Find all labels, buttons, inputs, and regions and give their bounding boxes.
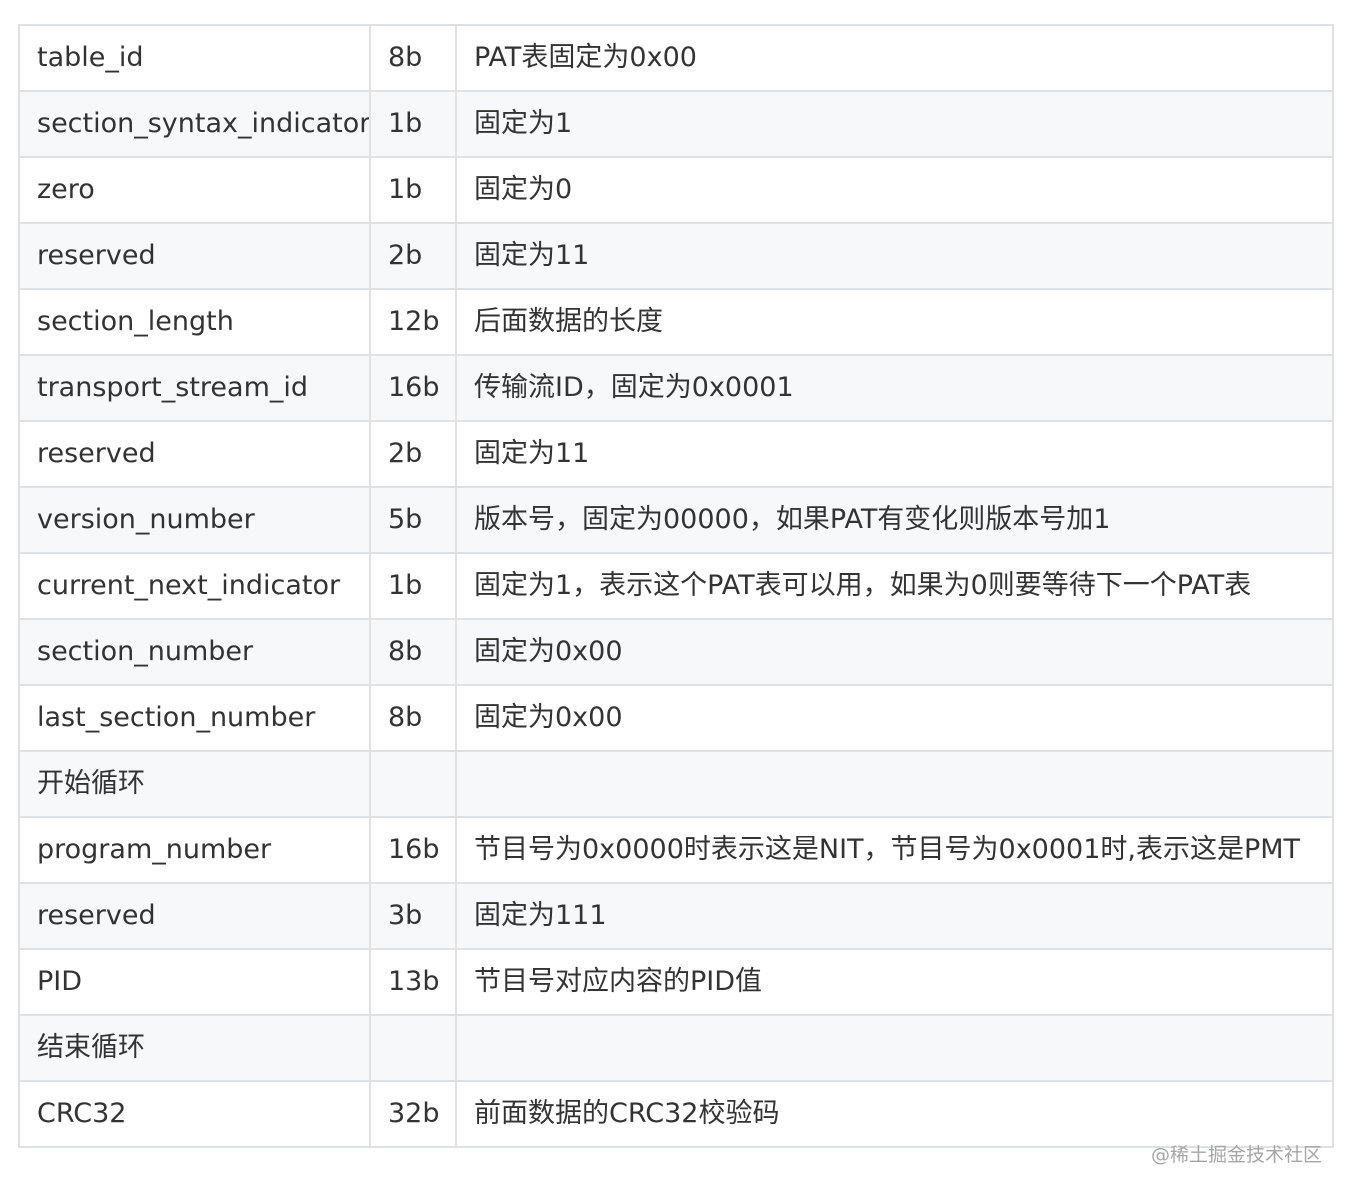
bit-length-cell: 2b: [369, 420, 457, 488]
bit-length-cell: 32b: [369, 1080, 457, 1148]
table-row: 开始循环: [18, 750, 1334, 818]
field-name-cell: PID: [18, 948, 371, 1016]
field-name-cell: reserved: [18, 420, 371, 488]
description-cell: 传输流ID，固定为0x0001: [455, 354, 1334, 422]
description-cell: 前面数据的CRC32校验码: [455, 1080, 1334, 1148]
bit-length-cell: [369, 1014, 457, 1082]
bit-length-cell: 3b: [369, 882, 457, 950]
description-cell: 固定为111: [455, 882, 1334, 950]
table-row: table_id 8b PAT表固定为0x00: [18, 24, 1334, 92]
field-name-cell: transport_stream_id: [18, 354, 371, 422]
description-cell: 固定为0x00: [455, 618, 1334, 686]
field-name-cell: reserved: [18, 222, 371, 290]
description-cell: 固定为1，表示这个PAT表可以用，如果为0则要等待下一个PAT表: [455, 552, 1334, 620]
table-row: section_syntax_indicator 1b 固定为1: [18, 90, 1334, 158]
table-row: last_section_number 8b 固定为0x00: [18, 684, 1334, 752]
field-name-cell: reserved: [18, 882, 371, 950]
table-row: reserved 3b 固定为111: [18, 882, 1334, 950]
table-row: transport_stream_id 16b 传输流ID，固定为0x0001: [18, 354, 1334, 422]
bit-length-cell: 1b: [369, 156, 457, 224]
bit-length-cell: 13b: [369, 948, 457, 1016]
table-row: section_number 8b 固定为0x00: [18, 618, 1334, 686]
field-name-cell: 开始循环: [18, 750, 371, 818]
table-row: reserved 2b 固定为11: [18, 420, 1334, 488]
description-cell: PAT表固定为0x00: [455, 24, 1334, 92]
table-row: PID 13b 节目号对应内容的PID值: [18, 948, 1334, 1016]
description-cell: 固定为11: [455, 222, 1334, 290]
table-row: program_number 16b 节目号为0x0000时表示这是NIT，节目…: [18, 816, 1334, 884]
bit-length-cell: 5b: [369, 486, 457, 554]
description-cell: [455, 1014, 1334, 1082]
description-cell: 节目号为0x0000时表示这是NIT，节目号为0x0001时,表示这是PMT: [455, 816, 1334, 884]
table-row: section_length 12b 后面数据的长度: [18, 288, 1334, 356]
bit-length-cell: 8b: [369, 618, 457, 686]
bit-length-cell: 1b: [369, 90, 457, 158]
bit-length-cell: 2b: [369, 222, 457, 290]
field-name-cell: current_next_indicator: [18, 552, 371, 620]
field-name-cell: zero: [18, 156, 371, 224]
bit-length-cell: 16b: [369, 354, 457, 422]
bit-length-cell: 8b: [369, 24, 457, 92]
description-cell: 版本号，固定为00000，如果PAT有变化则版本号加1: [455, 486, 1334, 554]
field-name-cell: last_section_number: [18, 684, 371, 752]
description-cell: 固定为11: [455, 420, 1334, 488]
description-cell: 固定为1: [455, 90, 1334, 158]
field-name-cell: section_number: [18, 618, 371, 686]
field-name-cell: table_id: [18, 24, 371, 92]
description-cell: 后面数据的长度: [455, 288, 1334, 356]
field-name-cell: program_number: [18, 816, 371, 884]
bit-length-cell: 8b: [369, 684, 457, 752]
description-cell: 固定为0x00: [455, 684, 1334, 752]
description-cell: [455, 750, 1334, 818]
table-body: table_id 8b PAT表固定为0x00 section_syntax_i…: [18, 24, 1334, 1148]
table-row: zero 1b 固定为0: [18, 156, 1334, 224]
field-name-cell: section_length: [18, 288, 371, 356]
field-name-cell: section_syntax_indicator: [18, 90, 371, 158]
table-row: 结束循环: [18, 1014, 1334, 1082]
watermark-label: @稀土掘金技术社区: [1150, 1144, 1322, 1166]
field-name-cell: version_number: [18, 486, 371, 554]
field-name-cell: CRC32: [18, 1080, 371, 1148]
description-cell: 节目号对应内容的PID值: [455, 948, 1334, 1016]
bit-length-cell: [369, 750, 457, 818]
table-row: version_number 5b 版本号，固定为00000，如果PAT有变化则…: [18, 486, 1334, 554]
table-row: CRC32 32b 前面数据的CRC32校验码: [18, 1080, 1334, 1148]
description-cell: 固定为0: [455, 156, 1334, 224]
bit-length-cell: 16b: [369, 816, 457, 884]
field-name-cell: 结束循环: [18, 1014, 371, 1082]
pat-field-table: table_id 8b PAT表固定为0x00 section_syntax_i…: [18, 24, 1334, 1148]
table-row: reserved 2b 固定为11: [18, 222, 1334, 290]
bit-length-cell: 12b: [369, 288, 457, 356]
bit-length-cell: 1b: [369, 552, 457, 620]
table-row: current_next_indicator 1b 固定为1，表示这个PAT表可…: [18, 552, 1334, 620]
